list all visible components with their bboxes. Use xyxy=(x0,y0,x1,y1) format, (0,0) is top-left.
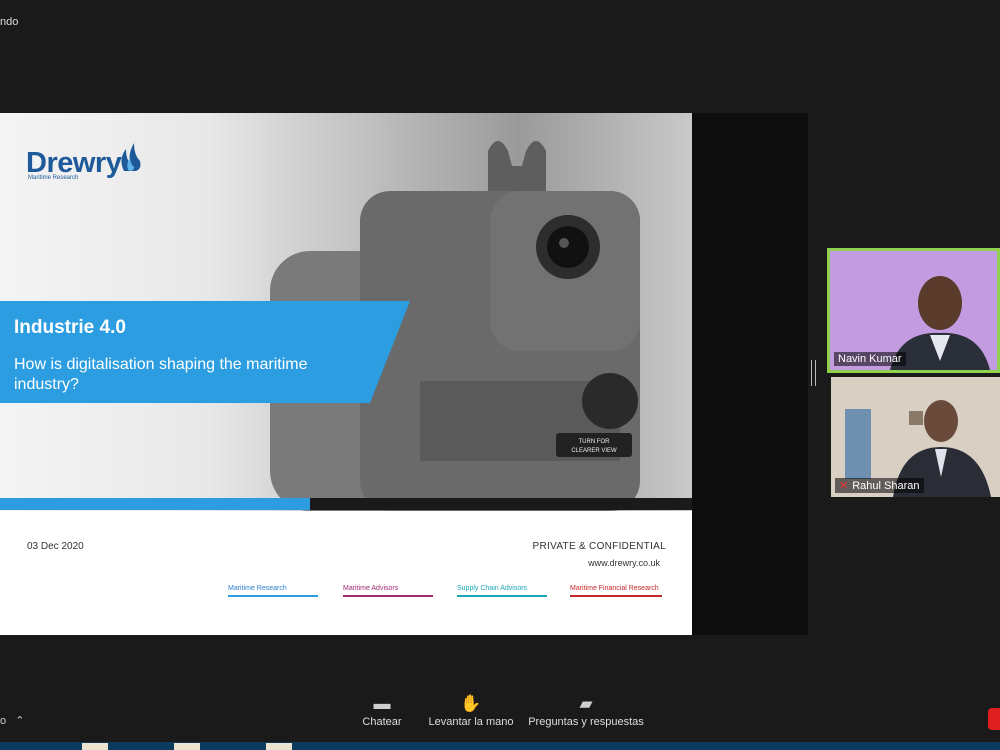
os-taskbar xyxy=(0,742,1000,750)
website-label: www.drewry.co.uk xyxy=(588,558,660,568)
raise-hand-label: Levantar la mano xyxy=(428,716,514,728)
presentation-slide: TURN FOR CLEARER VIEW Drewry Maritime Re… xyxy=(0,113,692,635)
slide-subtitle: How is digitalisation shaping the mariti… xyxy=(14,356,308,393)
device-label-line2: CLEARER VIEW xyxy=(571,448,617,454)
qa-icon: ▰ xyxy=(579,694,593,713)
device-label-line1: TURN FOR xyxy=(579,439,611,445)
tag-maritime-advisors: Maritime Advisors xyxy=(343,585,433,597)
taskbar-app-icon[interactable] xyxy=(266,743,292,750)
chat-button[interactable]: ▬ Chatear xyxy=(360,694,404,728)
qa-button[interactable]: ▰ Preguntas y respuestas xyxy=(528,694,644,728)
raise-hand-button[interactable]: ✋ Levantar la mano xyxy=(426,694,516,728)
tag-maritime-research: Maritime Research xyxy=(228,585,318,597)
leave-button[interactable] xyxy=(988,708,1000,730)
mic-muted-icon: ✕ xyxy=(839,480,849,492)
logo-subtitle: Maritime Research xyxy=(28,175,79,181)
qa-button-label: Preguntas y respuestas xyxy=(528,716,644,728)
tag-maritime-financial-research: Maritime Financial Research xyxy=(570,585,662,597)
blue-strip xyxy=(0,498,310,510)
panel-resize-handle[interactable] xyxy=(811,360,816,386)
slide-footer: 03 Dec 2020 PRIVATE & CONFIDENTIAL www.d… xyxy=(0,511,692,635)
chat-icon: ▬ xyxy=(373,694,391,713)
flame-logo-icon xyxy=(121,143,141,171)
confidential-label: PRIVATE & CONFIDENTIAL xyxy=(532,541,666,552)
slide-date: 03 Dec 2020 xyxy=(27,541,84,552)
hand-icon: ✋ xyxy=(460,694,482,713)
window-title: ndo xyxy=(0,16,19,28)
dark-strip xyxy=(310,498,692,510)
slide-title: Industrie 4.0 xyxy=(14,317,126,338)
taskbar-app-icon[interactable] xyxy=(82,743,108,750)
participant-name: Rahul Sharan xyxy=(852,479,920,492)
taskbar-app-icon[interactable] xyxy=(174,743,200,750)
toolbar-left-control[interactable]: o ⌃ xyxy=(0,714,24,727)
toolbar-left-label: o xyxy=(0,715,7,727)
meeting-toolbar: o ⌃ ▬ Chatear ✋ Levantar la mano ▰ Pregu… xyxy=(0,688,1000,742)
participant-video-navin[interactable]: Navin Kumar xyxy=(827,248,1000,373)
participant-name-label: ✕ Rahul Sharan xyxy=(835,478,924,493)
chevron-up-icon: ⌃ xyxy=(15,715,25,727)
participant-video-rahul[interactable]: ✕ Rahul Sharan xyxy=(831,377,1000,497)
tag-supply-chain-advisors: Supply Chain Advisors xyxy=(457,585,547,597)
participant-name: Navin Kumar xyxy=(834,352,906,366)
chat-button-label: Chatear xyxy=(362,716,402,728)
